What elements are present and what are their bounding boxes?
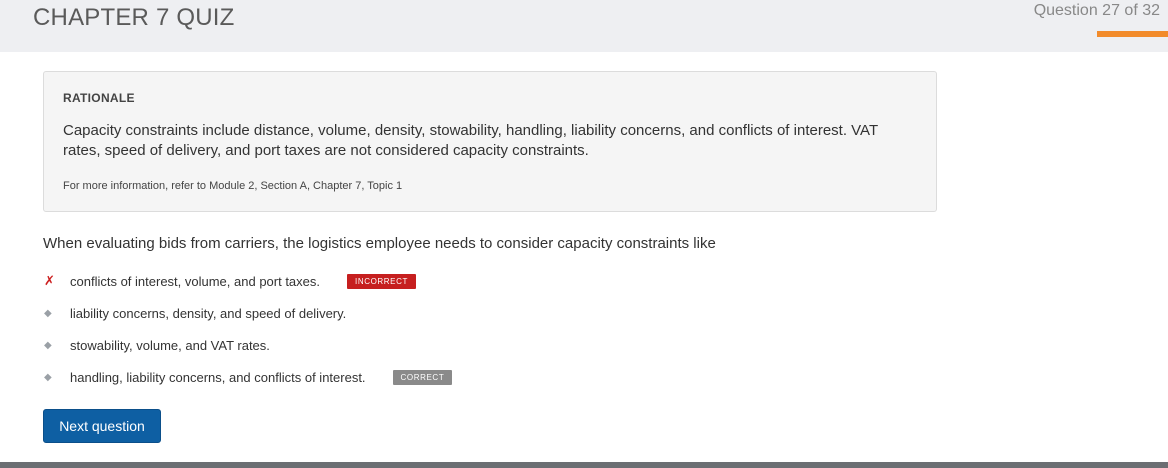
answer-option-1[interactable]: ✗ conflicts of interest, volume, and por… bbox=[43, 271, 416, 291]
question-progress-text: Question 27 of 32 bbox=[1033, 2, 1160, 19]
incorrect-badge: INCORRECT bbox=[347, 273, 416, 289]
correct-badge: CORRECT bbox=[392, 369, 453, 385]
answer-label: handling, liability concerns, and confli… bbox=[70, 369, 366, 385]
answer-option-2[interactable]: ◆ liability concerns, density, and speed… bbox=[43, 303, 346, 323]
page-title: CHAPTER 7 QUIZ bbox=[33, 4, 235, 31]
wrong-mark-icon: ✗ bbox=[44, 273, 55, 288]
answer-label: conflicts of interest, volume, and port … bbox=[70, 273, 321, 289]
rationale-reference: For more information, refer to Module 2,… bbox=[63, 180, 403, 192]
quiz-header: CHAPTER 7 QUIZ Question 27 of 32 bbox=[0, 0, 1168, 52]
question-text: When evaluating bids from carriers, the … bbox=[43, 235, 716, 252]
rationale-heading: RATIONALE bbox=[63, 91, 135, 105]
answer-option-4[interactable]: ◆ handling, liability concerns, and conf… bbox=[43, 367, 453, 387]
next-question-button[interactable]: Next question bbox=[43, 409, 161, 443]
answer-label: liability concerns, density, and speed o… bbox=[70, 305, 347, 321]
rationale-panel: RATIONALE Capacity constraints include d… bbox=[43, 71, 937, 212]
diamond-bullet-icon: ◆ bbox=[44, 371, 52, 383]
answer-label: stowability, volume, and VAT rates. bbox=[70, 337, 270, 353]
diamond-bullet-icon: ◆ bbox=[44, 307, 52, 319]
answer-option-3[interactable]: ◆ stowability, volume, and VAT rates. bbox=[43, 335, 270, 355]
diamond-bullet-icon: ◆ bbox=[44, 339, 52, 351]
rationale-text: Capacity constraints include distance, v… bbox=[63, 122, 878, 159]
footer-bar bbox=[0, 462, 1168, 468]
progress-indicator bbox=[1097, 31, 1168, 37]
